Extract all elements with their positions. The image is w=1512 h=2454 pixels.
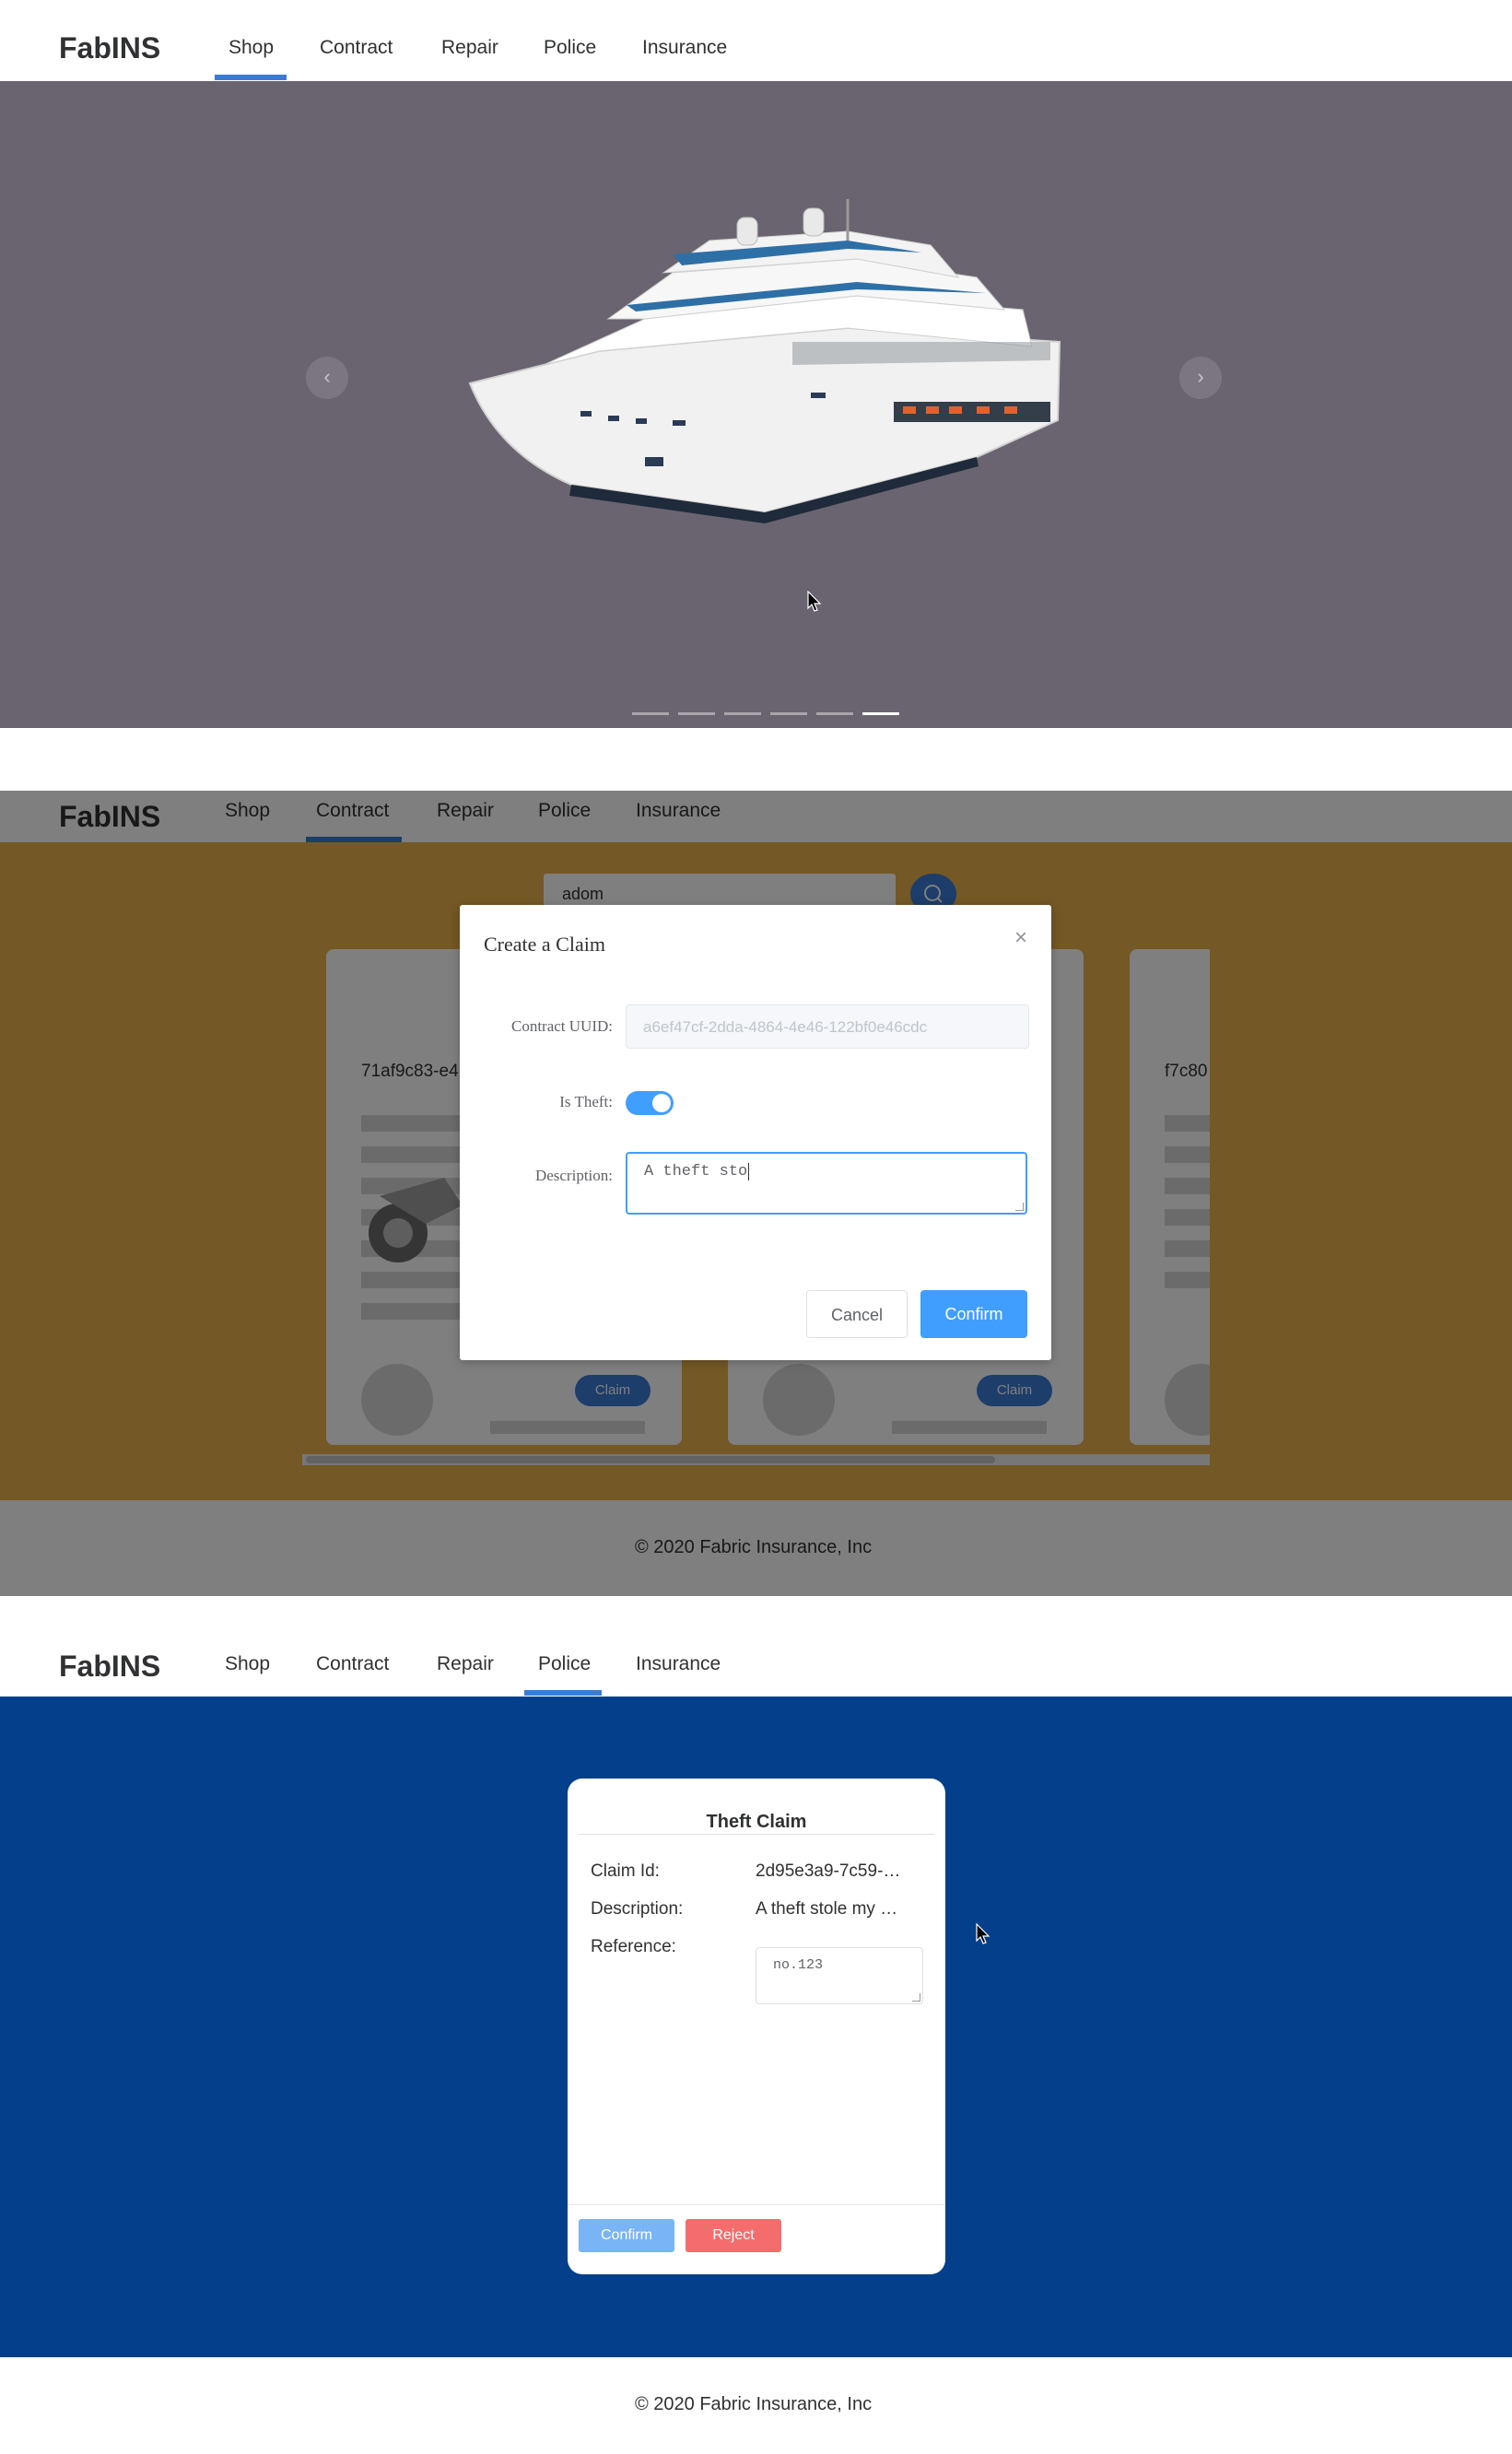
carousel-indicator-1[interactable]	[632, 712, 669, 715]
description-value: A theft stole my …	[756, 1899, 898, 1919]
nav-active-indicator	[215, 75, 287, 80]
is-theft-label: Is Theft:	[559, 1093, 613, 1110]
brand-logo[interactable]: FabINS	[59, 1650, 160, 1684]
nav-item-insurance[interactable]: Insurance	[642, 37, 727, 59]
carousel-indicator-3[interactable]	[724, 712, 761, 715]
description-textarea[interactable]: A theft sto	[626, 1152, 1027, 1215]
nav-item-shop[interactable]: Shop	[229, 37, 274, 59]
theft-claim-card: Theft Claim Claim Id: 2d95e3a9-7c59-… De…	[568, 1779, 945, 2274]
carousel-indicator-4[interactable]	[770, 712, 807, 715]
nav-item-contract[interactable]: Contract	[320, 37, 393, 59]
nav-item-police[interactable]: Police	[544, 37, 596, 59]
carousel-indicator-5[interactable]	[816, 712, 853, 715]
is-theft-toggle[interactable]	[626, 1091, 674, 1115]
confirm-button[interactable]: Confirm	[920, 1290, 1027, 1338]
description-text: A theft sto	[644, 1163, 748, 1180]
confirm-button[interactable]: Confirm	[579, 2219, 674, 2252]
footer-copyright: © 2020 Fabric Insurance, Inc	[635, 2394, 873, 2414]
claim-card-title: Theft Claim	[706, 1812, 807, 1832]
close-icon[interactable]: ×	[1014, 925, 1027, 951]
nav-active-indicator	[524, 1690, 602, 1696]
claim-id-value: 2d95e3a9-7c59-…	[756, 1861, 901, 1881]
description-label: Description:	[591, 1899, 684, 1919]
divider	[568, 2204, 945, 2205]
chevron-left-icon[interactable]: ‹	[306, 357, 348, 399]
reject-button[interactable]: Reject	[686, 2219, 781, 2252]
nav-item-repair[interactable]: Repair	[437, 1653, 494, 1675]
carousel-indicator-2[interactable]	[678, 712, 715, 715]
resize-handle-icon[interactable]	[1015, 1203, 1024, 1211]
cancel-button[interactable]: Cancel	[806, 1290, 908, 1338]
nav-item-insurance[interactable]: Insurance	[636, 1653, 721, 1675]
mouse-cursor-icon	[807, 591, 822, 612]
cruise-ship-image	[468, 199, 1061, 523]
dialog-title: Create a Claim	[484, 933, 605, 956]
description-label: Description:	[534, 1167, 613, 1184]
navbar: FabINS Shop Contract Repair Police Insur…	[0, 1635, 1512, 1696]
hero-carousel: ‹ ›	[0, 81, 1512, 728]
navbar: FabINS Shop Contract Repair Police Insur…	[0, 0, 1512, 82]
resize-handle-icon[interactable]	[912, 1993, 920, 2002]
toggle-knob	[652, 1094, 671, 1112]
nav-item-shop[interactable]: Shop	[225, 1653, 270, 1675]
nav-item-police[interactable]: Police	[538, 1653, 591, 1675]
reference-text: no.123	[773, 1957, 824, 1973]
divider	[579, 1834, 934, 1835]
brand-logo[interactable]: FabINS	[59, 31, 160, 65]
claim-id-label: Claim Id:	[591, 1861, 660, 1881]
reference-label: Reference:	[591, 1937, 676, 1956]
chevron-right-icon[interactable]: ›	[1179, 357, 1222, 399]
nav-item-contract[interactable]: Contract	[316, 1653, 389, 1675]
text-caret	[748, 1163, 750, 1180]
nav-item-repair[interactable]: Repair	[441, 37, 498, 59]
contract-uuid-label: Contract UUID:	[510, 1017, 613, 1035]
mouse-cursor-icon	[976, 1923, 990, 1944]
carousel-indicator-6[interactable]	[862, 712, 899, 715]
create-claim-dialog: Create a Claim × Contract UUID: a6ef47cf…	[460, 905, 1051, 1360]
contract-uuid-field: a6ef47cf-2dda-4864-4e46-122bf0e46cdc	[626, 1004, 1029, 1049]
reference-textarea[interactable]: no.123	[756, 1947, 923, 2004]
